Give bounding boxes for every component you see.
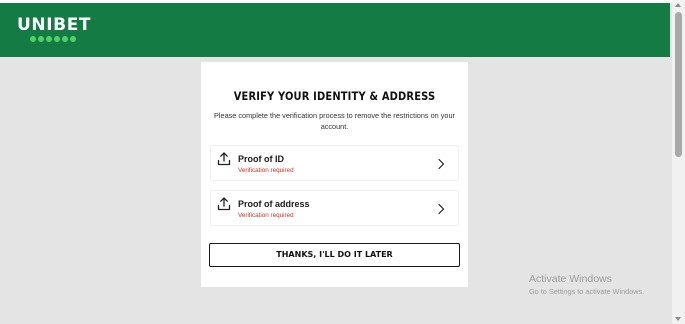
proof-of-address-status: Verification required [238, 212, 294, 219]
watermark-title: Activate Windows [529, 273, 612, 285]
proof-of-id-item[interactable]: Proof of ID Verification required [210, 145, 459, 181]
site-header: UNIBET [0, 3, 670, 57]
scroll-up-arrow-icon[interactable] [675, 3, 681, 7]
upload-icon [217, 197, 231, 211]
upload-icon [217, 152, 231, 166]
page-scrollbar[interactable] [672, 0, 685, 324]
proof-of-id-label: Proof of ID [238, 154, 284, 164]
proof-of-address-item[interactable]: Proof of address Verification required [210, 190, 459, 226]
watermark-subtitle: Go to Settings to activate Windows. [529, 287, 645, 296]
unibet-logo[interactable]: UNIBET [17, 15, 91, 42]
do-it-later-button[interactable]: THANKS, I'LL DO IT LATER [209, 243, 460, 267]
chevron-right-icon [438, 203, 445, 215]
chevron-right-icon [438, 158, 445, 170]
card-subtitle: Please complete the verification process… [214, 111, 455, 131]
logo-text: UNIBET [17, 15, 92, 35]
scroll-down-arrow-icon[interactable] [675, 317, 681, 321]
card-title: VERIFY YOUR IDENTITY & ADDRESS [233, 89, 436, 103]
proof-of-id-status: Verification required [238, 167, 294, 174]
scroll-thumb[interactable] [675, 12, 682, 157]
logo-dots [17, 36, 91, 42]
verification-card: VERIFY YOUR IDENTITY & ADDRESS Please co… [201, 62, 468, 287]
proof-of-address-label: Proof of address [238, 199, 310, 209]
activate-windows-watermark: Activate Windows Go to Settings to activ… [529, 273, 644, 296]
